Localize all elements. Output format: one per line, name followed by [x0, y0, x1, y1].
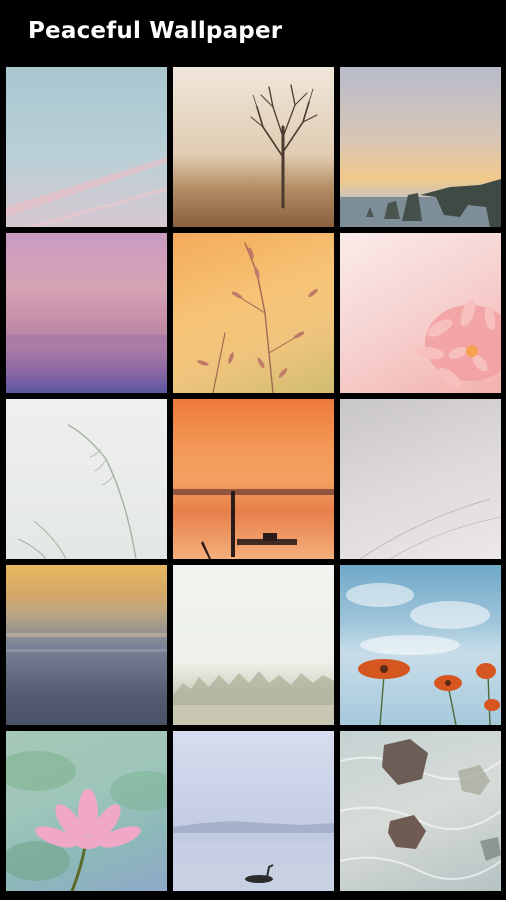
wallpaper-thumbnail	[6, 157, 167, 227]
wallpaper-thumbnail	[173, 489, 334, 559]
wallpaper-tile-6[interactable]	[340, 233, 501, 393]
wallpaper-tile-15[interactable]	[340, 731, 501, 891]
page-title: Peaceful Wallpaper	[28, 18, 283, 44]
wallpaper-tile-5[interactable]	[173, 233, 334, 393]
wallpaper-tile-3[interactable]	[340, 67, 501, 227]
wallpaper-thumbnail	[340, 739, 501, 880]
wallpaper-thumbnail	[17, 424, 137, 559]
wallpaper-thumbnail	[173, 671, 334, 725]
wallpaper-tile-11[interactable]	[173, 565, 334, 725]
wallpaper-tile-12[interactable]	[340, 565, 501, 725]
wallpaper-tile-14[interactable]	[173, 731, 334, 891]
wallpaper-tile-8[interactable]	[173, 399, 334, 559]
app-header: Peaceful Wallpaper	[0, 0, 506, 64]
wallpaper-thumbnail	[197, 242, 318, 393]
wallpaper-grid	[6, 67, 502, 891]
wallpaper-tile-13[interactable]	[6, 731, 167, 891]
wallpaper-thumbnail	[6, 335, 167, 343]
wallpaper-thumbnail	[6, 751, 167, 891]
wallpaper-thumbnail	[340, 179, 501, 227]
wallpaper-thumbnail	[346, 583, 500, 725]
wallpaper-tile-9[interactable]	[340, 399, 501, 559]
wallpaper-thumbnail	[173, 821, 334, 891]
wallpaper-tile-10[interactable]	[6, 565, 167, 725]
wallpaper-thumbnail	[250, 84, 318, 209]
wallpaper-tile-1[interactable]	[6, 67, 167, 227]
wallpaper-thumbnail	[6, 633, 167, 652]
wallpaper-thumbnail	[359, 498, 501, 559]
wallpaper-thumbnail	[416, 299, 501, 389]
wallpaper-tile-7[interactable]	[6, 399, 167, 559]
wallpaper-tile-4[interactable]	[6, 233, 167, 393]
wallpaper-tile-2[interactable]	[173, 67, 334, 227]
